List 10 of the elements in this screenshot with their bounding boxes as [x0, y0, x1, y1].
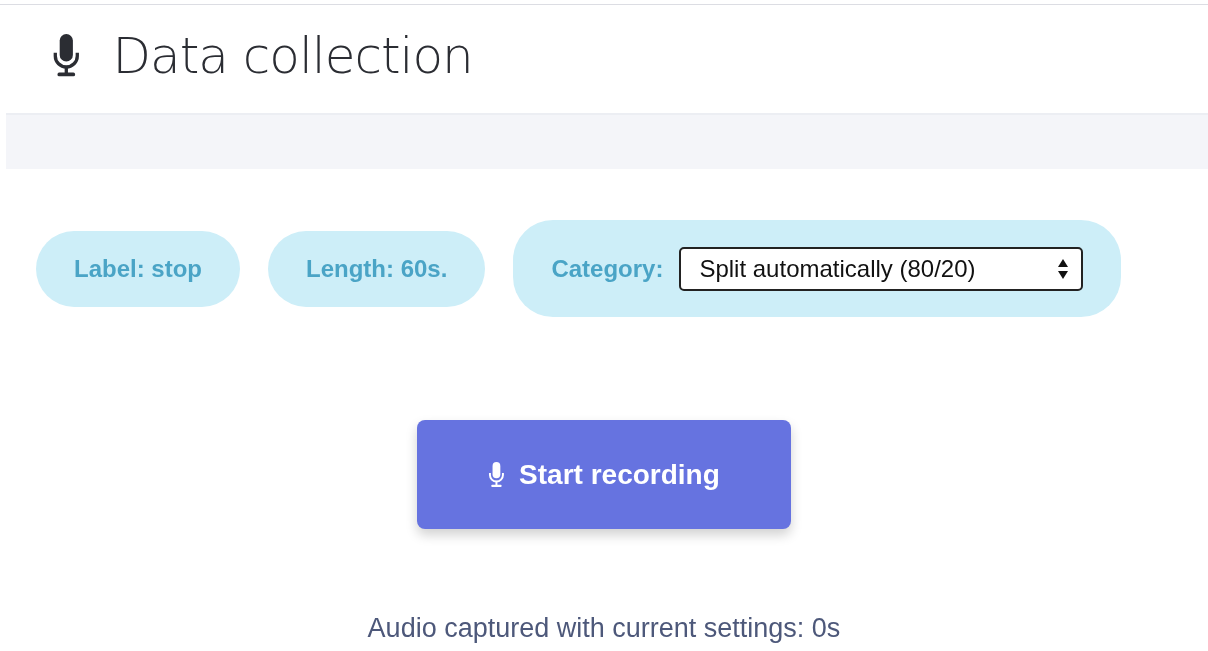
page-title: Data collection [112, 27, 473, 85]
start-recording-button[interactable]: Start recording [417, 420, 791, 529]
up-down-caret-icon [1057, 257, 1070, 280]
microphone-icon [488, 461, 506, 488]
setting-pill: Length: 60s. [268, 230, 486, 307]
setting-pill: Label: stop [36, 230, 240, 307]
category-select[interactable]: Split automatically (80/20) [679, 246, 1084, 291]
microphone-icon [52, 34, 81, 78]
status-text: Audio captured with current settings: 0s [366, 613, 842, 644]
category-label: Category: [551, 254, 664, 283]
